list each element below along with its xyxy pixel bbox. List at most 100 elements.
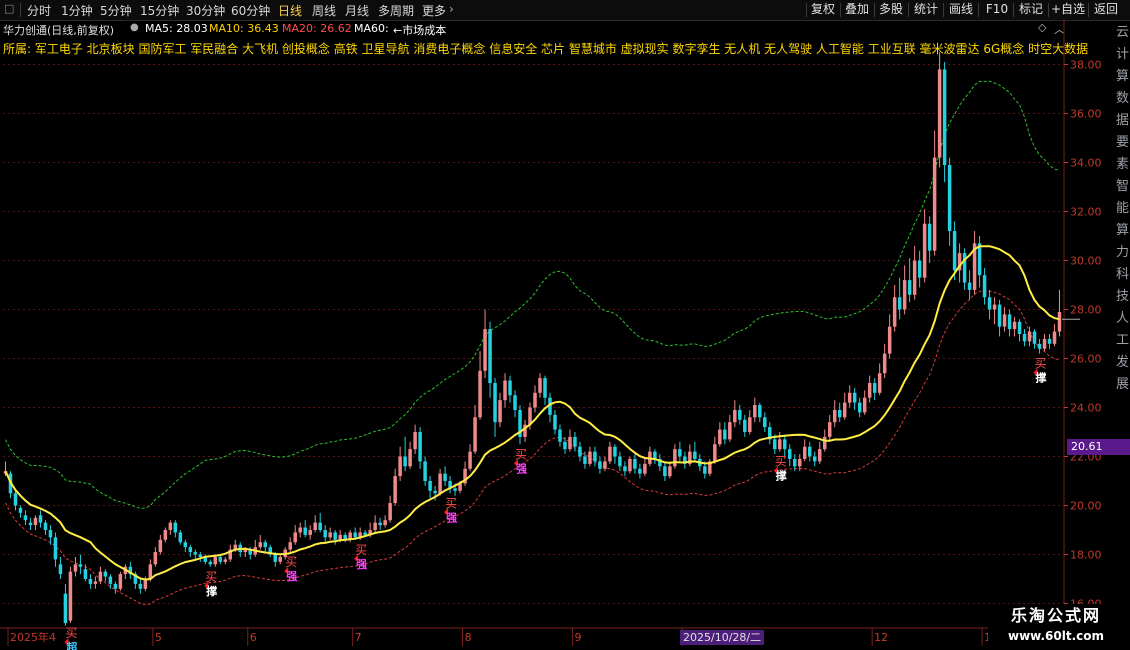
candle-body [538, 378, 542, 393]
candle-body [598, 461, 602, 469]
candle-body [608, 446, 612, 462]
lower-band-line [5, 290, 1060, 606]
candle-body [78, 564, 83, 567]
candle-body [897, 297, 902, 310]
candle-body [947, 164, 952, 232]
candle-body [303, 527, 307, 535]
candle-body [113, 583, 118, 589]
candle-body [88, 579, 93, 584]
buy-signal-label: 买 [205, 570, 217, 584]
candle-body [793, 458, 797, 467]
y-tick-label: 30.00 [1070, 255, 1102, 268]
candle-body [378, 522, 382, 526]
signal-sub-label: 强 [356, 558, 367, 571]
candle-body [33, 517, 38, 526]
candle-body [743, 419, 747, 432]
candle-body [1052, 331, 1057, 344]
candle-body [802, 446, 807, 459]
candle-body [997, 304, 1002, 327]
watermark-url: www.60lt.com [1007, 629, 1105, 643]
candle-body [827, 422, 832, 437]
candle-body [68, 571, 73, 621]
candle-body [468, 451, 472, 469]
candle-body [508, 380, 512, 396]
candle-body [778, 439, 782, 450]
candle-body [837, 409, 842, 418]
y-tick-label: 32.00 [1070, 206, 1102, 219]
candle-body [663, 466, 667, 477]
signal-sub-label: 强 [286, 570, 297, 583]
candle-body [158, 539, 163, 553]
candle-body [433, 490, 437, 494]
candle-body [393, 476, 397, 504]
candle-body [912, 260, 917, 295]
candle-body [388, 503, 392, 521]
candle-body [902, 280, 907, 310]
current-price-tag: 20.61 [1067, 439, 1130, 455]
watermark-title: 乐淘公式网 [1010, 606, 1101, 625]
upper-band-line [5, 80, 1060, 509]
candle-body [318, 522, 322, 530]
candle-body [218, 556, 223, 562]
candle-body [178, 532, 183, 543]
candle-body [638, 468, 642, 474]
candle-body [583, 456, 587, 464]
candle-body [763, 417, 767, 428]
candle-body [713, 444, 717, 462]
signal-sub-label: 强 [446, 511, 457, 524]
candle-body [553, 414, 557, 430]
candle-body [93, 581, 98, 584]
selected-date-label: 2025/10/28/二 [680, 630, 765, 645]
market-cost-line [4, 245, 1060, 581]
candle-body [857, 402, 862, 413]
candle-body [952, 231, 957, 271]
candle-body [558, 429, 562, 442]
candle-body [403, 456, 407, 467]
candle-body [173, 522, 178, 533]
candle-body [1007, 314, 1012, 330]
candle-body [413, 432, 417, 450]
y-tick-label: 38.00 [1070, 59, 1102, 72]
kline-chart: 16.0018.0020.0022.0024.0026.0028.0030.00… [0, 20, 1102, 650]
candle-body [183, 542, 188, 548]
candle-body [493, 383, 497, 423]
candle-body [937, 69, 942, 158]
candle-body [618, 456, 622, 467]
candle-body [917, 260, 922, 278]
x-tick-label: 6 [250, 631, 257, 644]
candle-body [852, 392, 857, 403]
candle-body [323, 530, 327, 538]
candle-body [847, 392, 852, 403]
candle-body [817, 449, 822, 462]
candle-body [373, 522, 377, 530]
x-tick-label: 5 [155, 631, 162, 644]
candle-body [568, 436, 572, 450]
candle-body [693, 451, 697, 459]
candle-body [967, 282, 972, 290]
candle-body [992, 304, 997, 310]
candle-body [513, 395, 517, 410]
candle-body [603, 461, 607, 469]
candle-body [28, 522, 33, 526]
candle-body [273, 554, 277, 562]
candle-body [1037, 343, 1042, 349]
x-tick-label: 7 [355, 631, 362, 644]
candle-body [733, 409, 737, 423]
candle-body [1047, 338, 1052, 344]
candle-body [58, 564, 63, 575]
candle-body [438, 473, 442, 494]
candle-body [922, 223, 927, 278]
candle-body [1022, 334, 1027, 342]
candle-body [193, 552, 198, 555]
candle-body [38, 515, 43, 523]
candle-body [678, 449, 682, 457]
candle-body [278, 556, 282, 562]
candle-body [483, 329, 487, 371]
candle-body [673, 449, 677, 467]
candle-body [353, 532, 357, 538]
candle-body [867, 383, 872, 398]
candle-body [1057, 311, 1062, 332]
candle-body [668, 466, 672, 477]
candle-body [288, 542, 292, 550]
candle-body [258, 542, 263, 548]
